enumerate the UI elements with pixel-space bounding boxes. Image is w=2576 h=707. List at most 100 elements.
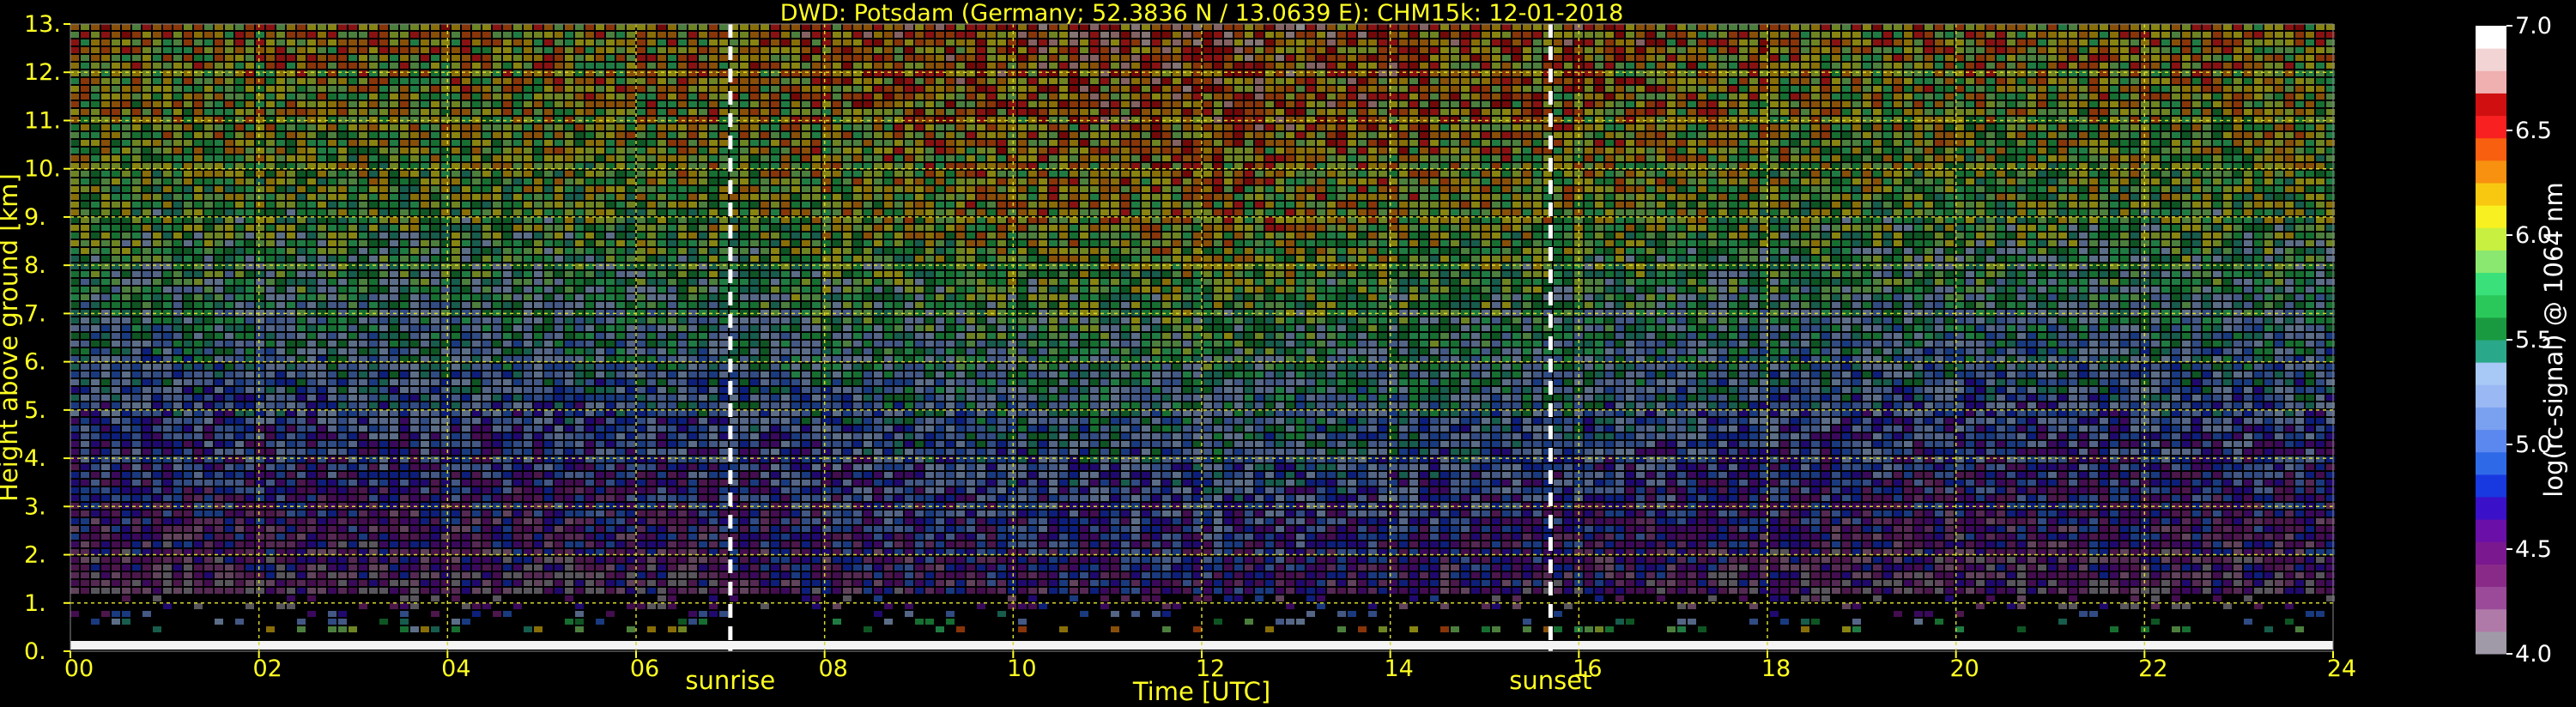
heatmap-cell: [1554, 101, 1562, 107]
heatmap-cell: [1142, 63, 1150, 69]
heatmap-cell: [1451, 140, 1459, 146]
heatmap-cell: [2017, 70, 2026, 76]
heatmap-cell: [2058, 101, 2067, 107]
heatmap-cell: [70, 86, 79, 92]
heatmap-cell: [864, 171, 872, 177]
heatmap-cell: [338, 78, 347, 84]
heatmap-cell: [1801, 124, 1809, 130]
heatmap-cell: [2058, 39, 2067, 45]
heatmap-cell: [1502, 117, 1511, 123]
heatmap-cell: [2120, 132, 2129, 138]
heatmap-cell: [946, 124, 955, 130]
heatmap-cell: [1039, 94, 1047, 100]
heatmap-cell: [2244, 148, 2252, 154]
heatmap-cell: [410, 94, 419, 100]
heatmap-cell: [678, 109, 687, 115]
heatmap-cell: [2264, 155, 2273, 161]
heatmap-cell: [1883, 70, 1892, 76]
heatmap-cell: [699, 186, 707, 192]
heatmap-cell: [894, 47, 903, 53]
heatmap-cell: [70, 140, 79, 146]
heatmap-cell: [1986, 63, 1995, 69]
heatmap-cell: [122, 194, 130, 200]
heatmap-cell: [1749, 186, 1758, 192]
heatmap-cell: [472, 70, 481, 76]
heatmap-cell: [1420, 70, 1428, 76]
heatmap-cell: [379, 47, 388, 53]
heatmap-cell: [1152, 186, 1161, 192]
heatmap-cell: [946, 94, 955, 100]
heatmap-cell: [163, 109, 172, 115]
heatmap-cell: [1265, 140, 1274, 146]
heatmap-cell: [1976, 94, 1985, 100]
heatmap-cell: [956, 132, 965, 138]
heatmap-cell: [688, 101, 697, 107]
heatmap-cell: [2234, 171, 2242, 177]
heatmap-cell: [1049, 194, 1058, 200]
heatmap-cell: [534, 94, 542, 100]
heatmap-cell: [513, 70, 522, 76]
heatmap-cell: [256, 140, 264, 146]
heatmap-cell: [1646, 86, 1655, 92]
heatmap-cell: [925, 109, 934, 115]
heatmap-cell: [946, 109, 955, 115]
heatmap-cell: [2192, 124, 2201, 130]
heatmap-cell: [905, 117, 913, 123]
heatmap-cell: [668, 55, 676, 61]
heatmap-cell: [266, 132, 275, 138]
heatmap-cell: [2264, 148, 2273, 154]
heatmap-cell: [1276, 55, 1284, 61]
heatmap-cell: [1183, 132, 1191, 138]
heatmap-cell: [987, 109, 996, 115]
heatmap-cell: [833, 109, 841, 115]
heatmap-cell: [2264, 117, 2273, 123]
heatmap-cell: [1214, 32, 1222, 38]
heatmap-cell: [513, 178, 522, 184]
heatmap-cell: [2120, 55, 2129, 61]
heatmap-cell: [1203, 63, 1212, 69]
heatmap-cell: [668, 186, 676, 192]
heatmap-cell: [2120, 178, 2129, 184]
heatmap-cell: [1945, 124, 1954, 130]
heatmap-cell: [112, 117, 120, 123]
heatmap-cell: [2295, 148, 2304, 154]
heatmap-cell: [730, 194, 738, 200]
heatmap-cell: [441, 32, 450, 38]
heatmap-cell: [1615, 55, 1624, 61]
heatmap-cell: [1595, 178, 1603, 184]
heatmap-cell: [1852, 78, 1861, 84]
heatmap-cell: [1718, 32, 1727, 38]
heatmap-cell: [719, 140, 728, 146]
heatmap-cell: [936, 140, 944, 146]
heatmap-cell: [2203, 101, 2211, 107]
heatmap-cell: [1080, 186, 1088, 192]
heatmap-cell: [287, 63, 295, 69]
heatmap-cell: [1440, 132, 1449, 138]
heatmap-cell: [1914, 124, 1923, 130]
heatmap-cell: [575, 24, 584, 30]
heatmap-cell: [2069, 70, 2077, 76]
heatmap-cell: [627, 178, 635, 184]
heatmap-cell: [1317, 155, 1325, 161]
heatmap-cell: [493, 86, 501, 92]
heatmap-cell: [874, 140, 882, 146]
heatmap-cell: [967, 132, 975, 138]
heatmap-cell: [997, 55, 1006, 61]
heatmap-cell: [2038, 32, 2046, 38]
heatmap-cell: [1852, 117, 1861, 123]
heatmap-cell: [472, 24, 481, 30]
heatmap-cell: [1955, 94, 1964, 100]
heatmap-cell: [1008, 148, 1016, 154]
heatmap-cell: [1852, 101, 1861, 107]
heatmap-cell: [70, 32, 79, 38]
heatmap-cell: [184, 117, 192, 123]
heatmap-cell: [1471, 171, 1480, 177]
heatmap-cell: [225, 32, 233, 38]
heatmap-cell: [2213, 47, 2221, 53]
heatmap-cell: [1482, 78, 1490, 84]
heatmap-cell: [1306, 78, 1315, 84]
heatmap-cell: [1842, 178, 1851, 184]
heatmap-cell: [132, 86, 141, 92]
heatmap-cell: [1626, 47, 1634, 53]
heatmap-cell: [369, 117, 378, 123]
